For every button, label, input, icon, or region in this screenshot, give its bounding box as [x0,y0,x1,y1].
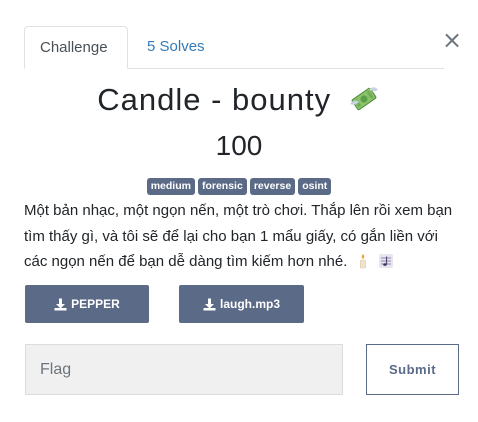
tab-challenge[interactable]: Challenge [24,26,128,69]
music-score-icon [378,252,394,278]
challenge-name: Candle - bounty [97,82,332,117]
download-icon [203,298,216,310]
candle-icon [356,252,370,278]
file-label: laugh.mp3 [219,297,280,311]
tag-badge: osint [298,178,332,195]
tag-badge: reverse [249,178,296,195]
challenge-tabs: Challenge 5 Solves [24,26,444,69]
file-label: PEPPER [71,297,120,311]
money-with-wings-icon [347,84,381,122]
challenge-value: 100 [215,130,263,161]
submit-button[interactable]: Submit [366,344,459,395]
download-pepper-button[interactable]: PEPPER [25,285,149,323]
flag-input[interactable] [25,344,343,395]
challenge-description: Một bản nhạc, một ngọn nến, một trò chơi… [24,198,464,278]
tag-badge: forensic [197,178,247,195]
download-laugh-button[interactable]: laugh.mp3 [179,285,304,323]
tag-list: medium forensic reverse osint [0,178,478,195]
download-icon [54,298,67,310]
tab-solves[interactable]: 5 Solves [132,26,220,68]
challenge-title: Candle - bounty [0,82,478,122]
tag-badge: medium [146,178,195,195]
